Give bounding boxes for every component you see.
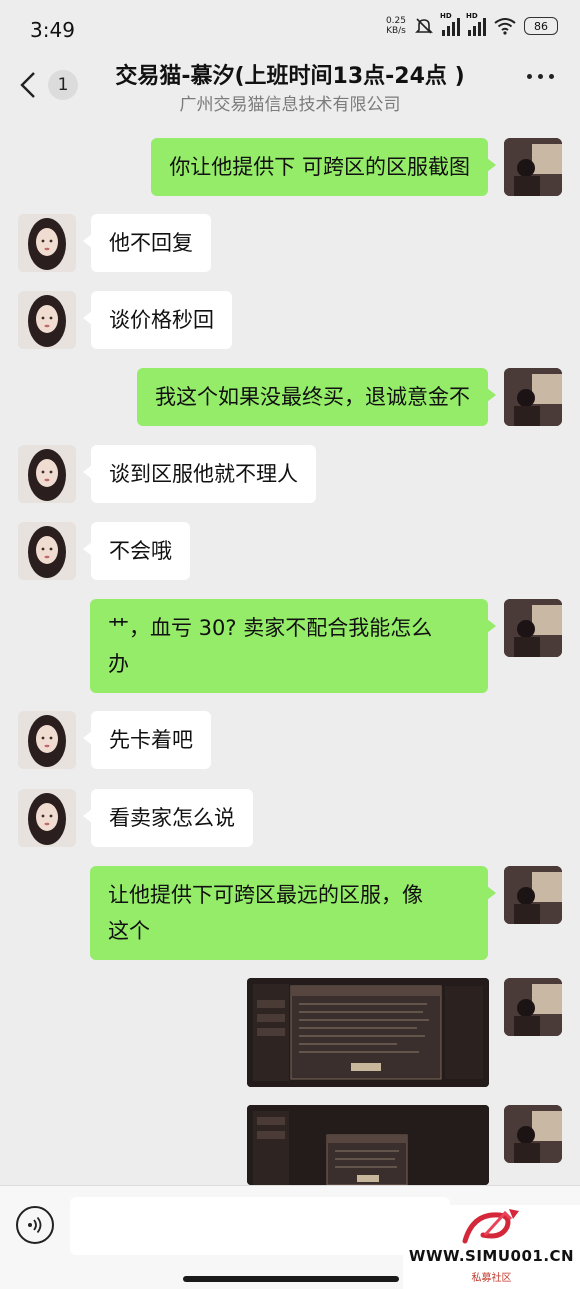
wifi-icon <box>494 18 516 35</box>
message-line: 这个 <box>108 919 150 943</box>
message-line: 办 <box>108 652 129 676</box>
message-bubble[interactable]: 他不回复 <box>83 214 211 272</box>
battery-icon: 86 <box>524 17 558 35</box>
message-row: 谈价格秒回 <box>0 291 580 351</box>
watermark: WWW.SIMU001.CN 私募社区 <box>403 1205 580 1289</box>
more-options-button[interactable] <box>527 74 554 79</box>
message-line: 艹，血亏 30? 卖家不配合我能怎么 <box>108 616 433 640</box>
message-row: 先卡着吧 <box>0 711 580 771</box>
chat-header: 交易猫-慕汐(上班时间13点-24点 ) 广州交易猫信息技术有限公司 1 <box>0 58 580 120</box>
message-row <box>0 1105 580 1185</box>
unread-count-badge: 1 <box>48 70 78 100</box>
message-bubble[interactable]: 我这个如果没最终买，退诚意金不 <box>137 368 496 426</box>
message-bubble[interactable]: 谈到区服他就不理人 <box>83 445 316 503</box>
signal-2-icon: HD <box>466 12 486 36</box>
back-button[interactable]: 1 <box>20 66 80 104</box>
contact-avatar[interactable] <box>18 291 76 349</box>
more-dot-icon <box>538 74 543 79</box>
message-bubble[interactable]: 艹，血亏 30? 卖家不配合我能怎么 办 <box>90 599 496 693</box>
message-row: 你让他提供下 可跨区的区服截图 <box>0 138 580 198</box>
watermark-logo <box>462 1209 519 1244</box>
self-avatar[interactable] <box>504 978 562 1036</box>
chevron-left-icon <box>20 72 35 98</box>
message-row <box>0 978 580 1088</box>
message-bubble[interactable]: 看卖家怎么说 <box>83 789 253 847</box>
watermark-url: WWW.SIMU001.CN <box>408 1247 575 1265</box>
message-row: 看卖家怎么说 <box>0 789 580 849</box>
status-time: 3:49 <box>30 18 75 42</box>
message-bubble[interactable]: 你让他提供下 可跨区的区服截图 <box>151 138 496 196</box>
message-line: 让他提供下可跨区最远的区服，像 <box>108 883 423 907</box>
voice-input-button[interactable] <box>16 1206 54 1244</box>
message-bubble[interactable]: 让他提供下可跨区最远的区服，像 这个 <box>90 866 496 960</box>
watermark-tag: 私募社区 <box>471 1273 512 1284</box>
mute-bell-icon <box>415 18 433 34</box>
status-icons: 0.25 KB/s HD HD 86 <box>385 12 558 36</box>
chat-title: 交易猫-慕汐(上班时间13点-24点 ) <box>115 64 465 89</box>
image-message[interactable] <box>247 978 489 1087</box>
contact-avatar[interactable] <box>18 711 76 769</box>
message-input[interactable] <box>70 1197 450 1255</box>
signal-1-icon: HD <box>440 12 460 36</box>
self-avatar[interactable] <box>504 599 562 657</box>
home-indicator[interactable] <box>183 1276 399 1282</box>
contact-avatar[interactable] <box>18 522 76 580</box>
chat-subtitle: 广州交易猫信息技术有限公司 <box>179 95 401 115</box>
more-dot-icon <box>549 74 554 79</box>
self-avatar[interactable] <box>504 866 562 924</box>
voice-icon <box>28 1216 42 1234</box>
message-row: 艹，血亏 30? 卖家不配合我能怎么 办 <box>0 599 580 695</box>
status-bar: 3:49 0.25 KB/s HD HD 86 <box>0 0 580 58</box>
net-speed: 0.25 KB/s <box>385 16 406 36</box>
message-row: 不会哦 <box>0 522 580 582</box>
contact-avatar[interactable] <box>18 214 76 272</box>
message-bubble[interactable]: 谈价格秒回 <box>83 291 232 349</box>
image-message[interactable] <box>247 1105 489 1185</box>
self-avatar[interactable] <box>504 1105 562 1163</box>
self-avatar[interactable] <box>504 368 562 426</box>
contact-avatar[interactable] <box>18 789 76 847</box>
message-row: 我这个如果没最终买，退诚意金不 <box>0 368 580 428</box>
message-row: 让他提供下可跨区最远的区服，像 这个 <box>0 866 580 962</box>
more-dot-icon <box>527 74 532 79</box>
message-row: 他不回复 <box>0 214 580 274</box>
message-bubble[interactable]: 不会哦 <box>83 522 190 580</box>
message-bubble[interactable]: 先卡着吧 <box>83 711 211 769</box>
self-avatar[interactable] <box>504 138 562 196</box>
message-row: 谈到区服他就不理人 <box>0 445 580 505</box>
contact-avatar[interactable] <box>18 445 76 503</box>
